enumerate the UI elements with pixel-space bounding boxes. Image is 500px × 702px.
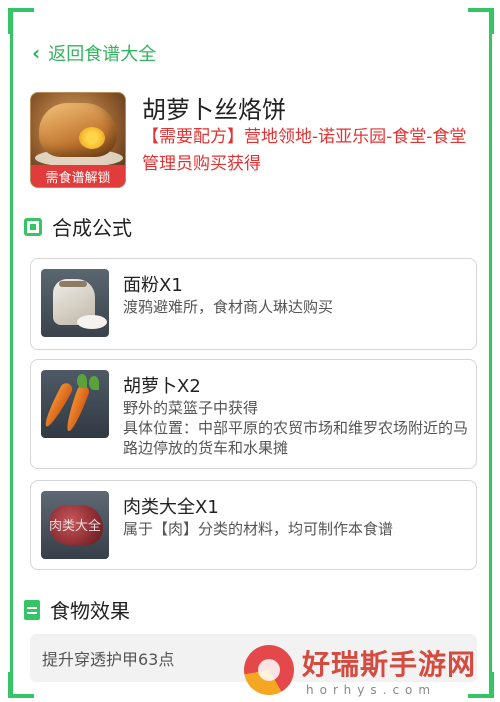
meat-icon-label: 肉类大全 [48,519,101,534]
back-link[interactable]: ‹ 返回食谱大全 [32,40,156,66]
effect-heading: 食物效果 [24,595,130,624]
frame-corner [468,8,494,34]
ingredient-desc: 野外的菜篮子中获得 具体位置：中部平原的农贸市场和维罗农场附近的马路边停放的货车… [123,399,469,457]
leaf-shape [77,374,87,388]
formula-heading: 合成公式 [24,212,132,241]
effect-heading-label: 食物效果 [50,599,130,623]
meat-icon: 肉类大全 [41,491,109,559]
ingredient-name: 肉类大全X1 [123,497,219,518]
ingredient-desc: 属于【肉】分类的材料，均可制作本食谱 [123,520,394,538]
ingredient-card-meat[interactable]: 肉类大全 肉类大全X1 属于【肉】分类的材料，均可制作本食谱 [30,480,477,570]
filling-shape [79,127,105,149]
watermark-texts: 好瑞斯手游网 horhys.com [302,643,476,697]
watermark-domain: horhys.com [306,683,437,697]
recipe-image: 需食谱解锁 [30,92,126,188]
watermark: 好瑞斯手游网 horhys.com [244,640,496,700]
effect-text: 提升穿透护甲63点 [42,650,175,669]
sack-tie-shape [59,281,87,287]
ingredient-desc: 渡鸦避难所，食材商人琳达购买 [123,298,334,316]
ingredient-name: 面粉X1 [123,275,183,296]
frame-corner [8,8,34,34]
watermark-logo-icon [244,645,294,695]
ingredient-name: 胡萝卜X2 [123,376,201,397]
lock-tag: 需食谱解锁 [31,165,125,187]
ingredient-card-carrot[interactable]: 胡萝卜X2 野外的菜篮子中获得 具体位置：中部平原的农贸市场和维罗农场附近的马路… [30,359,477,469]
flour-pile-shape [77,315,107,329]
flour-sack-icon [41,269,109,337]
chevron-left-icon: ‹ [32,41,41,65]
back-link-label: 返回食谱大全 [48,44,157,65]
carrot-icon [41,370,109,438]
formula-icon [24,217,42,236]
document-icon [24,599,40,620]
watermark-name: 好瑞斯手游网 [302,648,477,681]
recipe-title: 胡萝卜丝烙饼 [142,96,286,124]
leaf-shape [89,376,99,390]
ingredient-card-flour[interactable]: 面粉X1 渡鸦避难所，食材商人琳达购买 [30,258,477,350]
formula-heading-label: 合成公式 [52,216,132,240]
recipe-requirement: 【需要配方】营地领地-诺亚乐园-食堂-食堂管理员购买获得 [142,127,467,174]
bread-shape [39,103,117,157]
